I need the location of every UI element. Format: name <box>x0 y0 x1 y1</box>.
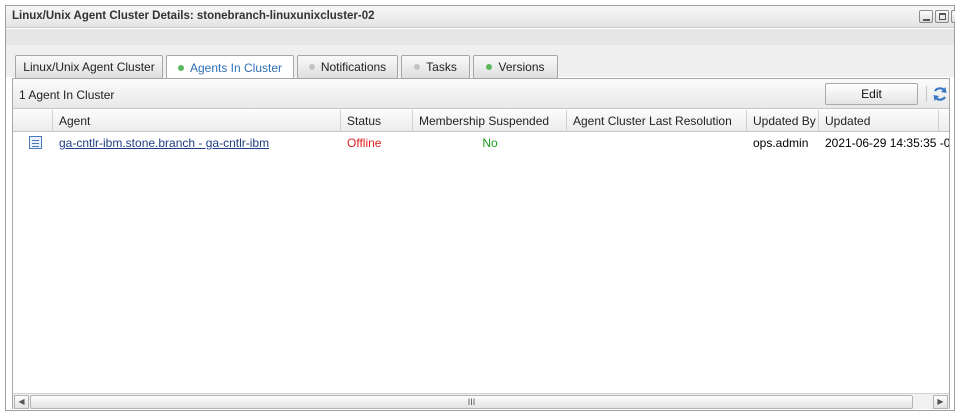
close-button[interactable] <box>951 10 955 23</box>
minimize-button[interactable] <box>919 10 933 23</box>
panel-toolbar: 1 Agent In Cluster Edit <box>13 79 949 109</box>
title-bar: Linux/Unix Agent Cluster Details: stoneb… <box>6 6 955 28</box>
window-title: Linux/Unix Agent Cluster Details: stoneb… <box>12 10 375 22</box>
column-header-status[interactable]: Status <box>341 110 413 132</box>
column-header-agent[interactable]: Agent <box>53 110 341 132</box>
edit-button[interactable]: Edit <box>825 83 918 105</box>
table-header: Agent Status Membership Suspended Agent … <box>13 110 949 132</box>
minimize-icon <box>923 19 930 21</box>
table-row[interactable]: ga-cntlr-ibm.stone.branch - ga-cntlr-ibm… <box>13 133 949 153</box>
tab-versions[interactable]: Versions <box>473 55 558 78</box>
status-dot-icon <box>308 64 315 70</box>
membership-suspended-cell: No <box>482 136 498 150</box>
tab-label: Versions <box>498 60 545 74</box>
updated-by-cell: ops.admin <box>753 136 809 150</box>
maximize-button[interactable] <box>935 10 949 23</box>
tab-notifications[interactable]: Notifications <box>297 55 398 78</box>
status-dot-icon <box>486 64 493 70</box>
scroll-left-button[interactable]: ◀ <box>14 395 29 409</box>
scrollbar-thumb[interactable]: III <box>30 395 913 409</box>
column-header-last-resolution[interactable]: Agent Cluster Last Resolution <box>567 110 747 132</box>
scroll-right-button[interactable]: ▶ <box>933 395 948 409</box>
tab-label: Tasks <box>426 60 457 74</box>
status-dot-icon <box>414 64 421 70</box>
agents-panel: 1 Agent In Cluster Edit Agent Status Mem… <box>12 78 950 409</box>
updated-cell: 2021-06-29 14:35:35 -0 <box>825 136 949 150</box>
tab-bar: Linux/Unix Agent Cluster Agents In Clust… <box>6 45 954 79</box>
status-dot-icon <box>177 64 184 71</box>
last-resolution-cell <box>567 133 747 153</box>
toolbar-separator <box>926 86 927 102</box>
column-header-updated-by[interactable]: Updated By <box>747 110 819 132</box>
tab-linux-unix-agent-cluster[interactable]: Linux/Unix Agent Cluster <box>15 55 163 78</box>
column-header-filler <box>939 110 949 132</box>
tab-tasks[interactable]: Tasks <box>401 55 470 78</box>
icon-column-header <box>13 110 53 132</box>
tab-label: Agents In Cluster <box>189 60 283 75</box>
agent-cell[interactable]: ga-cntlr-ibm.stone.branch - ga-cntlr-ibm <box>53 133 341 153</box>
column-header-membership-suspended[interactable]: Membership Suspended <box>413 110 567 132</box>
agent-cluster-details-window: Linux/Unix Agent Cluster Details: stoneb… <box>5 5 955 411</box>
agent-link[interactable]: ga-cntlr-ibm.stone.branch - ga-cntlr-ibm <box>59 136 269 150</box>
window-toolstrip <box>6 29 954 45</box>
tab-label: Notifications <box>320 60 387 74</box>
horizontal-scrollbar[interactable]: ◀ III ▶ <box>13 393 949 409</box>
status-cell: Offline <box>347 136 382 150</box>
agent-record-icon[interactable] <box>29 136 42 149</box>
agent-count-label: 1 Agent In Cluster <box>19 88 115 102</box>
tab-agents-in-cluster[interactable]: Agents In Cluster <box>166 55 294 79</box>
maximize-icon <box>939 13 946 20</box>
refresh-icon[interactable] <box>932 85 948 103</box>
column-header-updated[interactable]: Updated <box>819 110 939 132</box>
tab-label: Linux/Unix Agent Cluster <box>23 60 155 74</box>
